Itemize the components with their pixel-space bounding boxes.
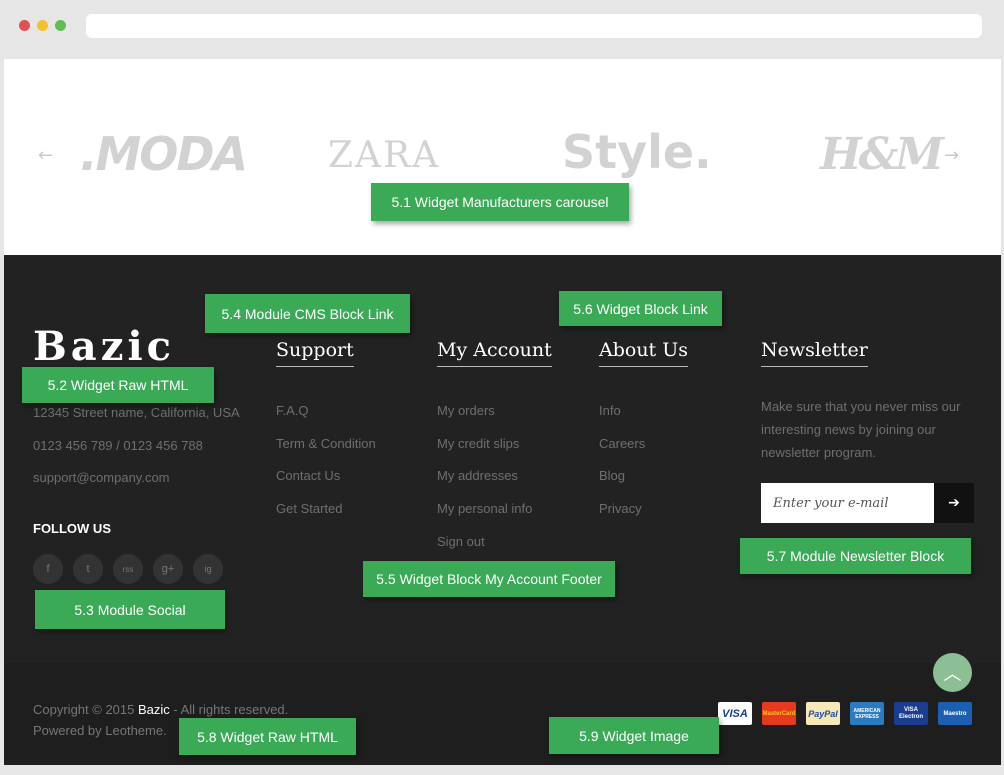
support-link-terms[interactable]: Term & Condition (276, 436, 376, 451)
copyright-suffix: - All rights reserved. (169, 702, 289, 717)
rss-icon[interactable]: rss (113, 554, 143, 584)
browser-toolbar (0, 0, 1004, 50)
brand-logo-moda[interactable]: .MODA (80, 127, 248, 181)
newsletter-submit-button[interactable]: ➔ (934, 483, 974, 523)
label-widget-block-link: 5.6 Widget Block Link (559, 291, 722, 326)
close-window-dot[interactable] (19, 20, 30, 31)
maestro-icon: Maestro (938, 702, 972, 725)
label-widget-block-my-account-footer: 5.5 Widget Block My Account Footer (363, 561, 615, 597)
carousel-prev-icon[interactable]: ← (38, 145, 53, 166)
account-link-credit-slips[interactable]: My credit slips (437, 436, 519, 451)
about-link-careers[interactable]: Careers (599, 436, 645, 451)
instagram-icon[interactable]: ig (193, 554, 223, 584)
paypal-icon: PayPal (806, 702, 840, 725)
follow-us-heading: FOLLOW US (33, 521, 111, 536)
label-widget-raw-html-footer: 5.2 Widget Raw HTML (22, 367, 214, 403)
american-express-icon: AMERICAN EXPRESS (850, 702, 884, 725)
brand-logo-hm[interactable]: H&M (820, 129, 944, 180)
twitter-icon[interactable]: t (73, 554, 103, 584)
page: ← .MODA ZARA Style. H&M → 5.1 Widget Man… (4, 59, 1001, 765)
label-module-social: 5.3 Module Social (35, 590, 225, 629)
support-link-contact[interactable]: Contact Us (276, 468, 340, 483)
label-module-newsletter-block: 5.7 Module Newsletter Block (740, 538, 971, 574)
account-link-addresses[interactable]: My addresses (437, 468, 518, 483)
account-link-personal-info[interactable]: My personal info (437, 501, 532, 516)
label-widget-raw-html-copyright: 5.8 Widget Raw HTML (179, 718, 356, 755)
label-widget-manufacturers-carousel: 5.1 Widget Manufacturers carousel (371, 183, 629, 221)
newsletter-title: Newsletter (761, 339, 868, 367)
footer-email[interactable]: support@company.com (33, 470, 170, 485)
footer-address: 12345 Street name, California, USA (33, 405, 240, 420)
back-to-top-icon[interactable]: ︿ (933, 653, 972, 692)
newsletter-email-input[interactable] (761, 483, 934, 523)
account-link-orders[interactable]: My orders (437, 403, 495, 418)
visa-card-icon: VISA (718, 702, 752, 725)
copyright-brand-link[interactable]: Bazic (138, 702, 170, 717)
support-link-get-started[interactable]: Get Started (276, 501, 342, 516)
about-link-info[interactable]: Info (599, 403, 621, 418)
label-module-cms-block-link: 5.4 Module CMS Block Link (205, 294, 410, 333)
mastercard-icon: MasterCard (762, 702, 796, 725)
about-us-title: About Us (599, 339, 688, 367)
support-title: Support (276, 339, 354, 367)
visa-electron-icon: VISA Electron (894, 702, 928, 725)
browser-frame-bottom (0, 765, 1004, 775)
manufacturers-carousel: ← .MODA ZARA Style. H&M → (4, 59, 1001, 255)
copyright-prefix: Copyright © 2015 (33, 702, 138, 717)
powered-by: Powered by Leotheme. (33, 723, 167, 738)
facebook-icon[interactable]: f (33, 554, 63, 584)
account-link-sign-out[interactable]: Sign out (437, 534, 485, 549)
footer-bottom: ︿ Copyright © 2015 Bazic - All rights re… (4, 653, 1001, 765)
brand-logo-zara[interactable]: ZARA (328, 135, 440, 176)
minimize-window-dot[interactable] (37, 20, 48, 31)
google-plus-icon[interactable]: g+ (153, 554, 183, 584)
maximize-window-dot[interactable] (55, 20, 66, 31)
about-link-blog[interactable]: Blog (599, 468, 625, 483)
support-link-faq[interactable]: F.A.Q (276, 403, 309, 418)
brand-logo-style[interactable]: Style. (562, 125, 712, 179)
my-account-title: My Account (437, 339, 552, 367)
address-bar[interactable] (86, 14, 982, 38)
carousel-next-icon[interactable]: → (944, 145, 959, 166)
footer-phone: 0123 456 789 / 0123 456 788 (33, 438, 203, 453)
label-widget-image: 5.9 Widget Image (549, 717, 719, 754)
newsletter-description: Make sure that you never miss our intere… (761, 399, 961, 460)
footer-logo[interactable]: Bazic (33, 323, 175, 370)
about-link-privacy[interactable]: Privacy (599, 501, 642, 516)
